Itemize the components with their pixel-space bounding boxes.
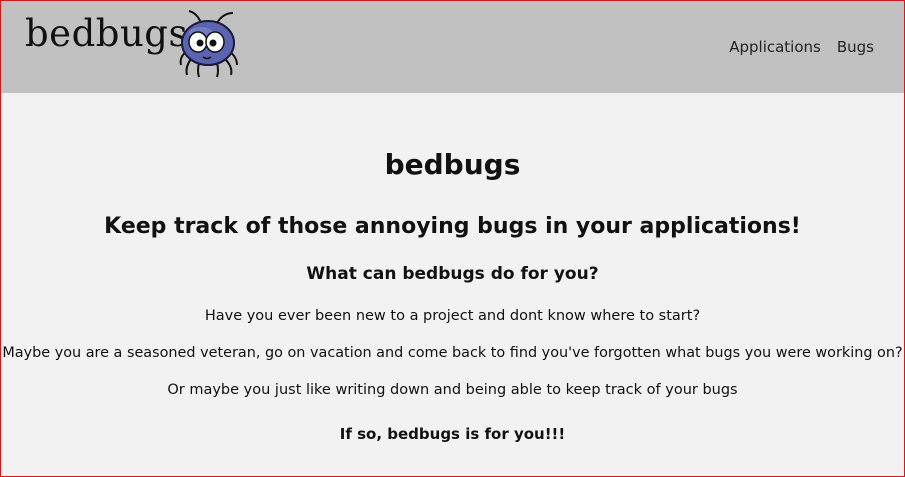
nav-link-applications[interactable]: Applications [729, 38, 821, 56]
logo[interactable]: bedbugs [23, 5, 253, 85]
bug-mascot-icon [179, 10, 238, 78]
section-heading: What can bedbugs do for you? [306, 264, 599, 284]
page-title: bedbugs [384, 148, 521, 181]
nav-links: Applications Bugs [729, 38, 874, 56]
intro-paragraph-3: Or maybe you just like writing down and … [167, 382, 738, 398]
intro-paragraph-1: Have you ever been new to a project and … [204, 308, 701, 324]
closing-statement: If so, bedbugs is for you!!! [339, 425, 566, 443]
navbar: bedbugs Applications Bugs [1, 1, 904, 93]
logo-text: bedbugs [25, 12, 188, 55]
intro-paragraph-2: Maybe you are a seasoned veteran, go on … [2, 345, 903, 361]
page-subtitle: Keep track of those annoying bugs in you… [104, 214, 801, 239]
nav-link-bugs[interactable]: Bugs [837, 38, 874, 56]
page-frame: bedbugs Applications Bugs bedbugs Keep t… [0, 0, 905, 477]
